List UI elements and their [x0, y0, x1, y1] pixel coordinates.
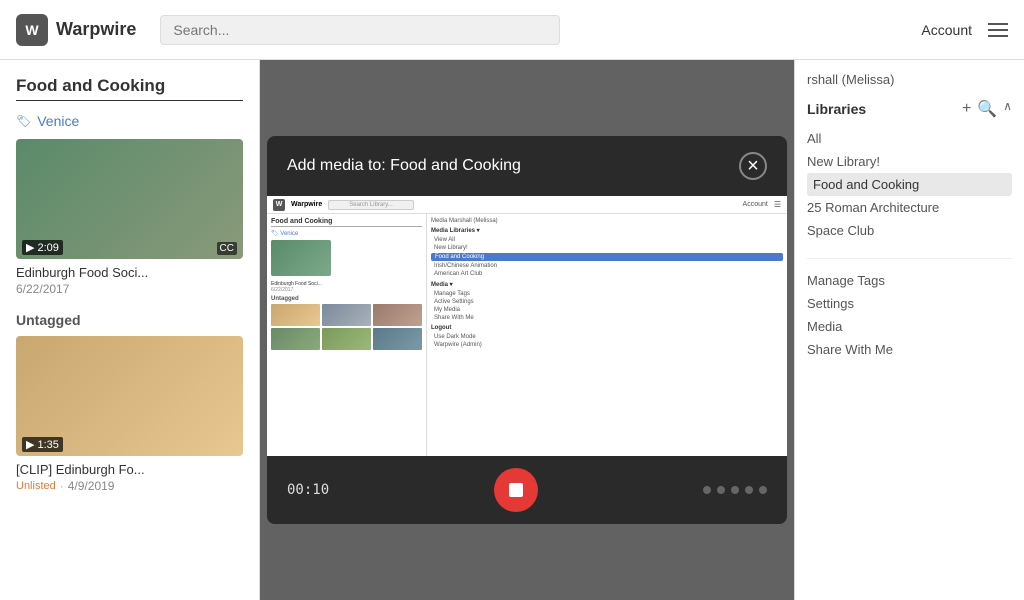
video-duration-2: ▶ 1:35 [22, 437, 63, 452]
rs-menu-media[interactable]: Media [807, 315, 1012, 338]
stop-icon [509, 483, 523, 497]
rs-menu-share[interactable]: Share With Me [807, 338, 1012, 361]
rs-library-new[interactable]: New Library! [807, 150, 1012, 173]
rs-divider [807, 258, 1012, 259]
app-header: W Warpwire Account [0, 0, 1024, 60]
video-card-1: ▶ 2:09 CC Edinburgh Food Soci... 6/22/20… [16, 139, 243, 296]
rs-add-library-button[interactable]: + [962, 99, 971, 119]
modal-dot-5 [759, 486, 767, 494]
rs-library-actions: + 🔍 ∧ [962, 99, 1012, 119]
rs-libraries-title: Libraries [807, 101, 866, 117]
modal-backdrop[interactable]: Add media to: Food and Cooking × W Warpw… [260, 60, 794, 600]
video-status-2: Unlisted [16, 480, 56, 492]
center-content: Add media to: Food and Cooking × W Warpw… [260, 60, 794, 600]
rs-menu-list: Manage Tags Settings Media Share With Me [807, 269, 1012, 361]
rs-search-library-button[interactable]: 🔍 [977, 99, 997, 119]
video-meta-2: Unlisted · 4/9/2019 [16, 479, 145, 493]
logo-area: W Warpwire [16, 14, 136, 46]
rs-library-roman[interactable]: 25 Roman Architecture [807, 196, 1012, 219]
modal-controls: 00:10 [267, 456, 787, 524]
app-name: Warpwire [56, 19, 136, 40]
modal-close-button[interactable]: × [739, 152, 767, 180]
modal-dots [703, 486, 767, 494]
tag-icon: 🏷 [16, 114, 31, 128]
video-duration-1: ▶ 2:09 [22, 240, 63, 255]
section-title: Food and Cooking [16, 76, 243, 101]
cc-badge-1: CC [217, 242, 237, 255]
rs-menu-settings[interactable]: Settings [807, 292, 1012, 315]
right-sidebar: rshall (Melissa) Libraries + 🔍 ∧ All New… [794, 60, 1024, 600]
modal-title: Add media to: Food and Cooking [287, 157, 521, 175]
modal-dot-2 [717, 486, 725, 494]
rs-library-list: All New Library! Food and Cooking 25 Rom… [807, 127, 1012, 242]
account-button[interactable]: Account [921, 22, 972, 38]
video-thumbnail-1[interactable]: ▶ 2:09 CC [16, 139, 243, 259]
rs-section-header: Libraries + 🔍 ∧ [807, 99, 1012, 119]
modal-dot-3 [731, 486, 739, 494]
logo-icon: W [16, 14, 48, 46]
rs-user: rshall (Melissa) [807, 72, 1012, 87]
video-title-2: [CLIP] Edinburgh Fo... [16, 462, 145, 477]
tag-item-venice[interactable]: 🏷 Venice [16, 113, 243, 129]
main-layout: Food and Cooking 🏷 Venice ▶ 2:09 CC Edin… [0, 60, 1024, 600]
hamburger-menu-button[interactable] [988, 23, 1008, 37]
rs-library-all[interactable]: All [807, 127, 1012, 150]
left-sidebar: Food and Cooking 🏷 Venice ▶ 2:09 CC Edin… [0, 60, 260, 600]
rs-library-food[interactable]: Food and Cooking [807, 173, 1012, 196]
modal-dot-1 [703, 486, 711, 494]
modal-stop-button[interactable] [494, 468, 538, 512]
modal-header: Add media to: Food and Cooking × [267, 136, 787, 196]
video-date-1: 6/22/2017 [16, 282, 148, 296]
modal-time: 00:10 [287, 482, 329, 498]
header-right: Account [921, 22, 1008, 38]
modal-screenshot-area: W Warpwire Search Library... Account ☰ F… [267, 196, 787, 456]
video-card-2: ▶ 1:35 [CLIP] Edinburgh Fo... Unlisted ·… [16, 336, 243, 493]
video-thumbnail-2[interactable]: ▶ 1:35 [16, 336, 243, 456]
rs-menu-manage-tags[interactable]: Manage Tags [807, 269, 1012, 292]
video-title-1: Edinburgh Food Soci... [16, 265, 148, 280]
modal-dialog: Add media to: Food and Cooking × W Warpw… [267, 136, 787, 524]
rs-caret-icon: ∧ [1003, 99, 1012, 119]
modal-dot-4 [745, 486, 753, 494]
tag-label: Venice [37, 113, 79, 129]
search-input[interactable] [160, 15, 560, 45]
untagged-section: Untagged [16, 312, 243, 328]
rs-library-space[interactable]: Space Club [807, 219, 1012, 242]
